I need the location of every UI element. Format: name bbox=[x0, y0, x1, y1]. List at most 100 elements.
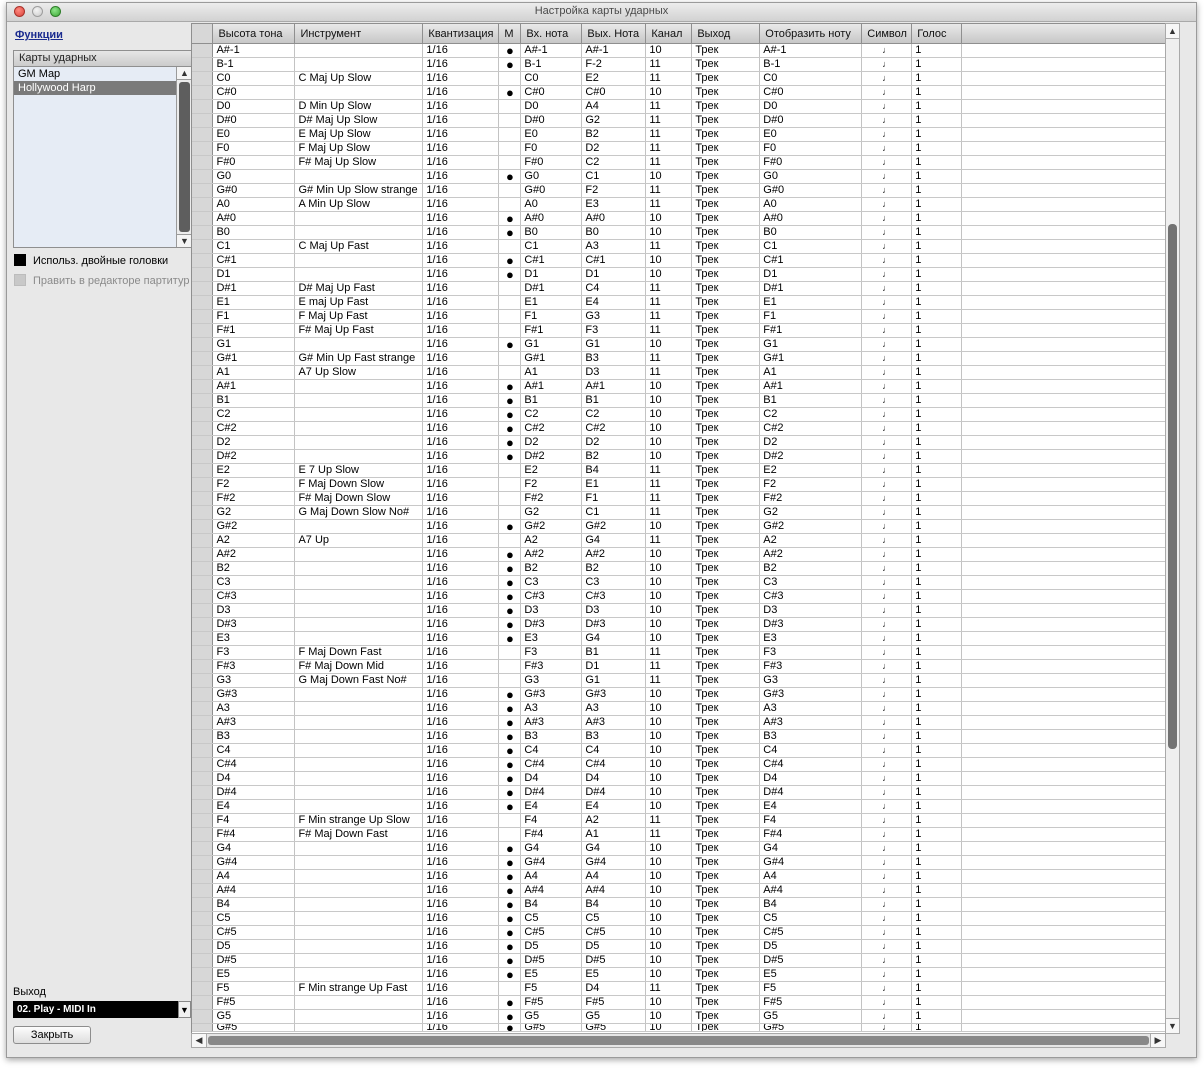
cell-channel[interactable]: 10 bbox=[645, 561, 693, 576]
cell-instrument[interactable] bbox=[294, 575, 424, 590]
table-row[interactable]: G#0 G# Min Up Slow strange 1/16 G#0 F2 11 Трек… bbox=[192, 183, 1172, 198]
cell-channel[interactable]: 10 bbox=[645, 169, 693, 184]
mute-dot-icon[interactable]: ● bbox=[498, 631, 522, 646]
cell-input-note[interactable]: B4 bbox=[520, 897, 583, 912]
cell-instrument[interactable] bbox=[294, 253, 424, 268]
cell-pitch[interactable]: A4 bbox=[212, 869, 296, 884]
cell-channel[interactable]: 10 bbox=[645, 743, 693, 758]
cell-pitch[interactable]: F1 bbox=[212, 309, 296, 324]
cell-channel[interactable]: 10 bbox=[645, 575, 693, 590]
cell-voice[interactable]: 1 bbox=[911, 1009, 963, 1024]
cell-quantize[interactable]: 1/16 bbox=[422, 113, 500, 128]
cell-input-note[interactable]: B-1 bbox=[520, 57, 583, 72]
cell-output-note[interactable]: G2 bbox=[581, 113, 647, 128]
quarter-note-icon[interactable]: ♩ bbox=[861, 365, 913, 380]
cell-voice[interactable]: 1 bbox=[911, 519, 963, 534]
cell-quantize[interactable]: 1/16 bbox=[422, 393, 500, 408]
cell-voice[interactable]: 1 bbox=[911, 995, 963, 1010]
cell-output[interactable]: Трек bbox=[691, 183, 761, 198]
cell-channel[interactable]: 11 bbox=[645, 323, 693, 338]
cell-input-note[interactable]: D#3 bbox=[520, 617, 583, 632]
cell-pitch[interactable]: F#5 bbox=[212, 995, 296, 1010]
cell-instrument[interactable] bbox=[294, 1023, 424, 1032]
cell-display-note[interactable]: E1 bbox=[759, 295, 863, 310]
cell-pitch[interactable]: B1 bbox=[212, 393, 296, 408]
cell-quantize[interactable]: 1/16 bbox=[422, 323, 500, 338]
cell-instrument[interactable] bbox=[294, 785, 424, 800]
cell-input-note[interactable]: G#0 bbox=[520, 183, 583, 198]
cell-voice[interactable]: 1 bbox=[911, 281, 963, 296]
cell-mute[interactable] bbox=[498, 155, 522, 170]
cell-output-note[interactable]: B3 bbox=[581, 351, 647, 366]
cell-display-note[interactable]: G3 bbox=[759, 673, 863, 688]
cell-output[interactable]: Трек bbox=[691, 309, 761, 324]
mute-dot-icon[interactable]: ● bbox=[498, 841, 522, 856]
cell-display-note[interactable]: C2 bbox=[759, 407, 863, 422]
cell-channel[interactable]: 10 bbox=[645, 603, 693, 618]
cell-display-note[interactable]: D#3 bbox=[759, 617, 863, 632]
cell-instrument[interactable]: F# Maj Down Mid bbox=[294, 659, 424, 674]
quarter-note-icon[interactable]: ♩ bbox=[861, 687, 913, 702]
quarter-note-icon[interactable]: ♩ bbox=[861, 505, 913, 520]
double-heads-option[interactable]: Использ. двойные головки bbox=[14, 254, 168, 268]
cell-output[interactable]: Трек bbox=[691, 211, 761, 226]
cell-quantize[interactable]: 1/16 bbox=[422, 841, 500, 856]
cell-display-note[interactable]: A#1 bbox=[759, 379, 863, 394]
table-row[interactable]: C#4 1/16 ● C#4 C#4 10 Трек C#4 ♩ 1 bbox=[192, 757, 1172, 772]
cell-quantize[interactable]: 1/16 bbox=[422, 253, 500, 268]
cell-channel[interactable]: 10 bbox=[645, 757, 693, 772]
table-row[interactable]: D#1 D# Maj Up Fast 1/16 D#1 C4 11 Трек D#1 ♩ 1 bbox=[192, 281, 1172, 296]
table-row[interactable]: A#3 1/16 ● A#3 A#3 10 Трек A#3 ♩ 1 bbox=[192, 715, 1172, 730]
quarter-note-icon[interactable]: ♩ bbox=[861, 337, 913, 352]
cell-quantize[interactable]: 1/16 bbox=[422, 169, 500, 184]
cell-quantize[interactable]: 1/16 bbox=[422, 855, 500, 870]
cell-instrument[interactable] bbox=[294, 687, 424, 702]
cell-display-note[interactable]: D2 bbox=[759, 435, 863, 450]
cell-mute[interactable] bbox=[498, 673, 522, 688]
col-header-output-note[interactable]: Вых. Нота bbox=[581, 24, 647, 44]
cell-quantize[interactable]: 1/16 bbox=[422, 1009, 500, 1024]
cell-instrument[interactable]: C Maj Up Fast bbox=[294, 239, 424, 254]
quarter-note-icon[interactable]: ♩ bbox=[861, 925, 913, 940]
col-header-symbol[interactable]: Символ bbox=[861, 24, 913, 44]
cell-output-note[interactable]: B2 bbox=[581, 127, 647, 142]
cell-channel[interactable]: 11 bbox=[645, 981, 693, 996]
cell-input-note[interactable]: G3 bbox=[520, 673, 583, 688]
quarter-note-icon[interactable]: ♩ bbox=[861, 183, 913, 198]
cell-mute[interactable] bbox=[498, 183, 522, 198]
cell-voice[interactable]: 1 bbox=[911, 267, 963, 282]
quarter-note-icon[interactable]: ♩ bbox=[861, 197, 913, 212]
cell-voice[interactable]: 1 bbox=[911, 715, 963, 730]
cell-output[interactable]: Трек bbox=[691, 253, 761, 268]
quarter-note-icon[interactable]: ♩ bbox=[861, 771, 913, 786]
cell-output-note[interactable]: G4 bbox=[581, 631, 647, 646]
cell-pitch[interactable]: F0 bbox=[212, 141, 296, 156]
cell-instrument[interactable] bbox=[294, 617, 424, 632]
cell-display-note[interactable]: E5 bbox=[759, 967, 863, 982]
cell-channel[interactable]: 11 bbox=[645, 491, 693, 506]
cell-input-note[interactable]: E0 bbox=[520, 127, 583, 142]
cell-channel[interactable]: 10 bbox=[645, 715, 693, 730]
cell-output-note[interactable]: D3 bbox=[581, 603, 647, 618]
cell-instrument[interactable] bbox=[294, 519, 424, 534]
cell-input-note[interactable]: C#2 bbox=[520, 421, 583, 436]
cell-display-note[interactable]: G#4 bbox=[759, 855, 863, 870]
cell-input-note[interactable]: C#0 bbox=[520, 85, 583, 100]
cell-output[interactable]: Трек bbox=[691, 813, 761, 828]
cell-pitch[interactable]: D#0 bbox=[212, 113, 296, 128]
cell-channel[interactable]: 11 bbox=[645, 239, 693, 254]
cell-output[interactable]: Трек bbox=[691, 127, 761, 142]
cell-output-note[interactable]: D2 bbox=[581, 141, 647, 156]
cell-pitch[interactable]: B3 bbox=[212, 729, 296, 744]
cell-pitch[interactable]: F5 bbox=[212, 981, 296, 996]
mute-dot-icon[interactable]: ● bbox=[498, 519, 522, 534]
cell-channel[interactable]: 10 bbox=[645, 883, 693, 898]
mute-dot-icon[interactable]: ● bbox=[498, 743, 522, 758]
col-header-display-note[interactable]: Отобразить ноту bbox=[759, 24, 863, 44]
cell-pitch[interactable]: C#0 bbox=[212, 85, 296, 100]
mute-dot-icon[interactable]: ● bbox=[498, 785, 522, 800]
cell-pitch[interactable]: G5 bbox=[212, 1009, 296, 1024]
cell-voice[interactable]: 1 bbox=[911, 351, 963, 366]
cell-output-note[interactable]: E5 bbox=[581, 967, 647, 982]
cell-pitch[interactable]: G#4 bbox=[212, 855, 296, 870]
